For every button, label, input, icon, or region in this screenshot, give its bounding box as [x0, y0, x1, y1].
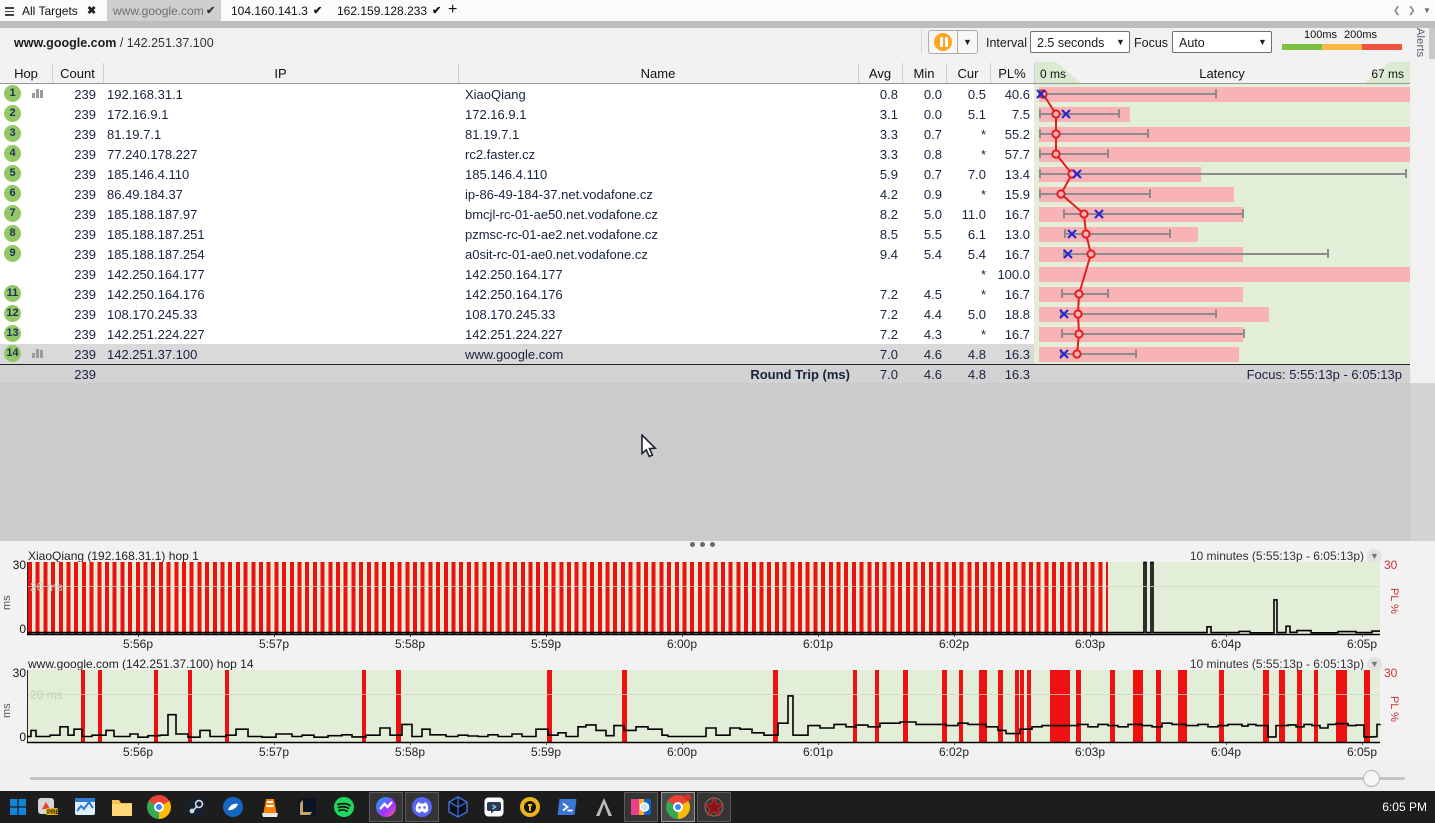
svg-text:PRE: PRE	[47, 810, 59, 816]
